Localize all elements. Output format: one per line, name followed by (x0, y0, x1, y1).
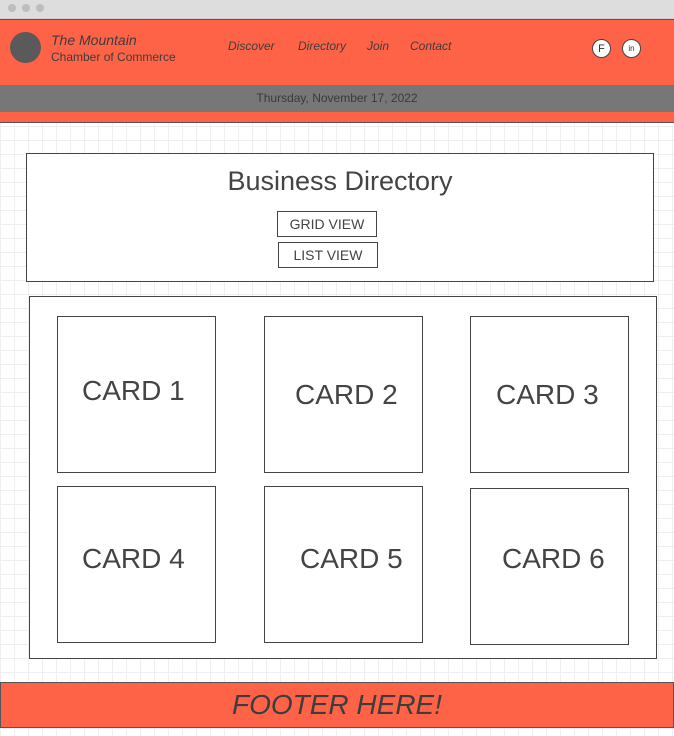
directory-title-panel: Business Directory GRID VIEW LIST VIEW (26, 153, 654, 282)
facebook-icon[interactable]: F (592, 39, 611, 58)
card-label: CARD 6 (502, 543, 605, 574)
card-2[interactable]: CARD 2 (264, 316, 423, 473)
list-view-button[interactable]: LIST VIEW (278, 242, 378, 268)
nav-link-directory[interactable]: Directory (298, 39, 346, 53)
card-label: CARD 4 (82, 543, 185, 574)
window-dot-icon (36, 4, 44, 12)
card-label: CARD 3 (496, 379, 599, 410)
cards-grid: CARD 1 CARD 2 CARD 3 CARD 4 CARD 5 CARD … (29, 296, 657, 659)
card-label: CARD 2 (295, 379, 398, 410)
nav-link-join[interactable]: Join (367, 39, 389, 53)
linkedin-icon[interactable]: in (622, 39, 641, 58)
card-3[interactable]: CARD 3 (470, 316, 629, 473)
brand-title: The Mountain (51, 32, 137, 48)
window-dot-icon (8, 4, 16, 12)
nav-link-discover[interactable]: Discover (228, 39, 275, 53)
card-6[interactable]: CARD 6 (470, 488, 629, 645)
card-label: CARD 5 (300, 543, 403, 574)
nav-link-contact[interactable]: Contact (410, 39, 451, 53)
card-5[interactable]: CARD 5 (264, 486, 423, 643)
footer-text: FOOTER HERE! (231, 689, 442, 720)
site-header: The Mountain Chamber of Commerce Discove… (0, 19, 674, 85)
grid-view-button[interactable]: GRID VIEW (277, 211, 377, 237)
card-4[interactable]: CARD 4 (57, 486, 216, 643)
card-1[interactable]: CARD 1 (57, 316, 216, 473)
date-bar: Thursday, November 17, 2022 (0, 85, 674, 112)
page-title: Business Directory (227, 166, 453, 196)
window-dot-icon (22, 4, 30, 12)
browser-chrome-bar (0, 0, 674, 19)
logo-icon[interactable] (10, 32, 41, 63)
site-footer: FOOTER HERE! (0, 682, 674, 728)
brand-subtitle: Chamber of Commerce (51, 50, 176, 64)
accent-strip (0, 112, 674, 123)
card-label: CARD 1 (82, 375, 185, 406)
